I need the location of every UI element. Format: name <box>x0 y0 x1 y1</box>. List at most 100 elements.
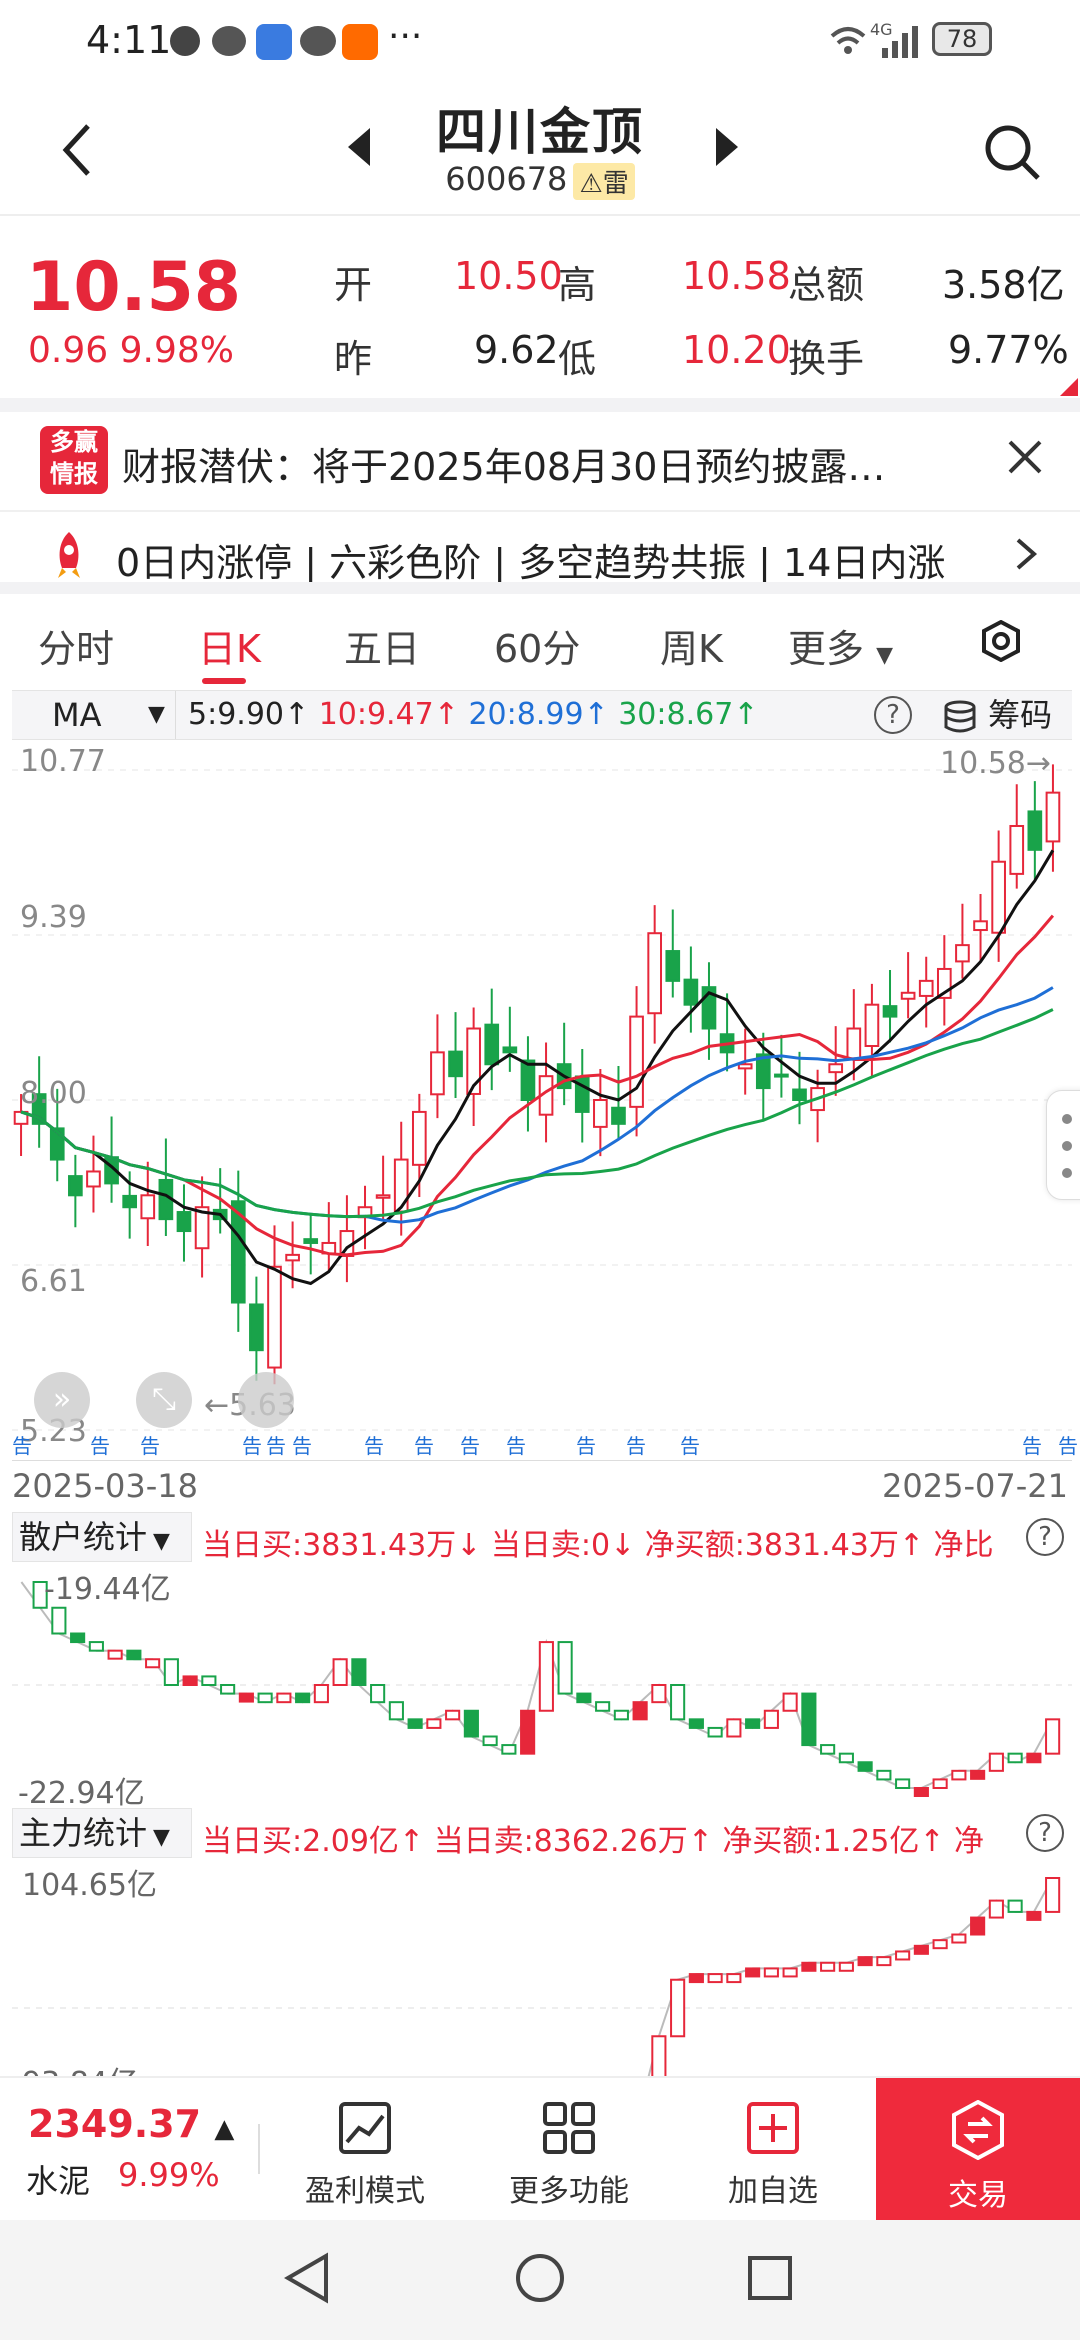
announcement-mark[interactable]: 告 <box>266 1430 286 1459</box>
candle <box>1045 791 1061 843</box>
tab-60min[interactable]: 60分 <box>494 618 580 673</box>
help-icon[interactable]: ? <box>874 696 912 734</box>
fullscreen-icon[interactable]: ⤡ <box>136 1372 192 1428</box>
candle <box>882 1005 898 1018</box>
risk-badge[interactable]: ⚠雷 <box>573 162 635 200</box>
announcement-mark[interactable]: 告 <box>626 1430 646 1459</box>
announcement-mark[interactable]: 告 <box>364 1430 384 1459</box>
retail-bar <box>838 1752 854 1764</box>
index-widget[interactable]: 2349.37 ▲ 水泥 9.99% <box>0 2078 250 2222</box>
retail-bar <box>126 1649 142 1661</box>
more-menu-icon[interactable] <box>1046 1090 1080 1200</box>
retail-bar <box>426 1718 442 1729</box>
retail-bar <box>201 1675 217 1686</box>
trade-button[interactable]: 交易 <box>876 2078 1080 2222</box>
main-bottom-label: 93.84亿 <box>22 2058 138 2076</box>
open-label: 开 <box>334 263 373 307</box>
stock-name: 四川金顶 <box>436 103 644 161</box>
main-bar <box>688 1973 704 1984</box>
draw-icon[interactable] <box>238 1372 294 1428</box>
ma30-line <box>20 1008 1054 1219</box>
expand-corner-icon[interactable] <box>1060 378 1078 396</box>
candle <box>1027 810 1043 851</box>
announcement-mark[interactable]: 告 <box>1058 1430 1078 1459</box>
date-end: 2025-07-21 <box>882 1467 1068 1505</box>
chip-button[interactable]: 筹码 <box>942 691 1052 739</box>
nav-back-icon[interactable] <box>282 2250 332 2306</box>
candle <box>973 920 988 932</box>
close-icon[interactable] <box>1000 426 1050 498</box>
tab-daily[interactable]: 日K <box>198 618 261 673</box>
announcement-mark[interactable]: 告 <box>242 1430 262 1459</box>
main-bar <box>932 1939 948 1950</box>
retail-bar <box>970 1769 986 1780</box>
retail-bar <box>876 1769 892 1781</box>
plus-box-icon <box>745 2100 801 2156</box>
announcement-mark[interactable]: 告 <box>140 1430 160 1459</box>
main-bar <box>670 1978 686 2038</box>
forward-icon[interactable]: » <box>34 1372 90 1428</box>
settings-icon[interactable] <box>980 619 1022 663</box>
ma20-value: 20:8.99↑ <box>468 697 609 732</box>
add-watchlist-button[interactable]: 加自选 <box>698 2078 848 2222</box>
kline-chart[interactable]: 10.77 9.39 8.00 6.61 5.23 10.58→ ←5.63 »… <box>12 740 1080 1460</box>
announcement-mark[interactable]: 告 <box>292 1430 312 1459</box>
retail-bar <box>407 1718 423 1729</box>
tab-more[interactable]: 更多 ▼ <box>788 618 893 673</box>
retail-bar <box>257 1692 273 1704</box>
search-icon[interactable] <box>982 122 1042 182</box>
candle <box>647 932 663 1015</box>
candle <box>593 1099 608 1128</box>
tab-weekly[interactable]: 周K <box>660 618 723 673</box>
main-selector[interactable]: 主力统计 ▼ <box>12 1808 192 1858</box>
candle <box>955 944 970 963</box>
candle <box>737 1063 753 1070</box>
nav-recents-icon[interactable] <box>746 2254 794 2302</box>
ma-selector[interactable]: MA ▼ <box>12 691 176 739</box>
retail-bar <box>1007 1752 1023 1764</box>
announcement-mark[interactable]: 告 <box>414 1430 434 1459</box>
retail-bar <box>463 1709 479 1738</box>
retail-bar <box>613 1709 629 1721</box>
announcement-mark[interactable]: 告 <box>460 1430 480 1459</box>
announcement-mark[interactable]: 告 <box>506 1430 526 1459</box>
signal-icon <box>880 24 920 58</box>
announcement-mark[interactable]: 告 <box>576 1430 596 1459</box>
retail-selector[interactable]: 散户统计 ▼ <box>12 1512 192 1562</box>
low-value: 10.20 <box>682 328 791 372</box>
retail-bar <box>51 1606 67 1635</box>
period-tabs: 分时 日K 五日 60分 周K 更多 ▼ <box>0 596 1080 690</box>
help-icon[interactable]: ? <box>1026 1518 1064 1556</box>
candle <box>629 1015 644 1108</box>
tab-five-day[interactable]: 五日 <box>344 618 420 673</box>
announcement-mark[interactable]: 告 <box>680 1430 700 1459</box>
retail-bar <box>595 1701 611 1712</box>
y-label-2: 9.39 <box>20 900 87 935</box>
retail-bar <box>145 1658 161 1669</box>
ma-indicator-row: MA ▼ 5:9.90↑ 10:9.47↑ 20:8.99↑ 30:8.67↑ ?… <box>12 690 1072 740</box>
candle <box>611 1106 626 1125</box>
date-axis: 2025-03-18 2025-07-21 <box>12 1460 1072 1506</box>
retail-bar <box>726 1718 742 1738</box>
retail-bar <box>538 1641 554 1712</box>
profit-mode-button[interactable]: 盈利模式 <box>290 2078 440 2222</box>
announcement-mark[interactable]: 告 <box>1022 1430 1042 1459</box>
main-bar <box>745 1967 761 1978</box>
retail-bar <box>313 1684 329 1704</box>
candle <box>846 1027 862 1060</box>
candle <box>828 1063 844 1074</box>
main-chart[interactable]: 104.65亿 93.84亿 <box>12 1858 1072 2076</box>
signal-tags: 0日内涨停 | 六彩色阶 | 多空趋势共振 | 14日内涨 <box>116 541 946 585</box>
tab-minute[interactable]: 分时 <box>38 618 114 673</box>
candle <box>991 860 1006 934</box>
announcement-mark[interactable]: 告 <box>90 1430 110 1459</box>
announcement-mark[interactable]: 告 <box>12 1430 32 1459</box>
retail-bar <box>501 1744 517 1755</box>
more-functions-button[interactable]: 更多功能 <box>494 2078 644 2222</box>
retail-bar <box>820 1744 836 1755</box>
nav-home-icon[interactable] <box>512 2250 568 2306</box>
notice-bar[interactable]: 多赢 情报 财报潜伏：将于2025年08月30日预约披露… <box>0 412 1080 508</box>
help-icon[interactable]: ? <box>1026 1814 1064 1852</box>
retail-chart[interactable]: -19.44亿 -22.94亿 <box>12 1562 1072 1811</box>
stock-header: 四川金顶 600678 ⚠雷 <box>0 84 1080 216</box>
